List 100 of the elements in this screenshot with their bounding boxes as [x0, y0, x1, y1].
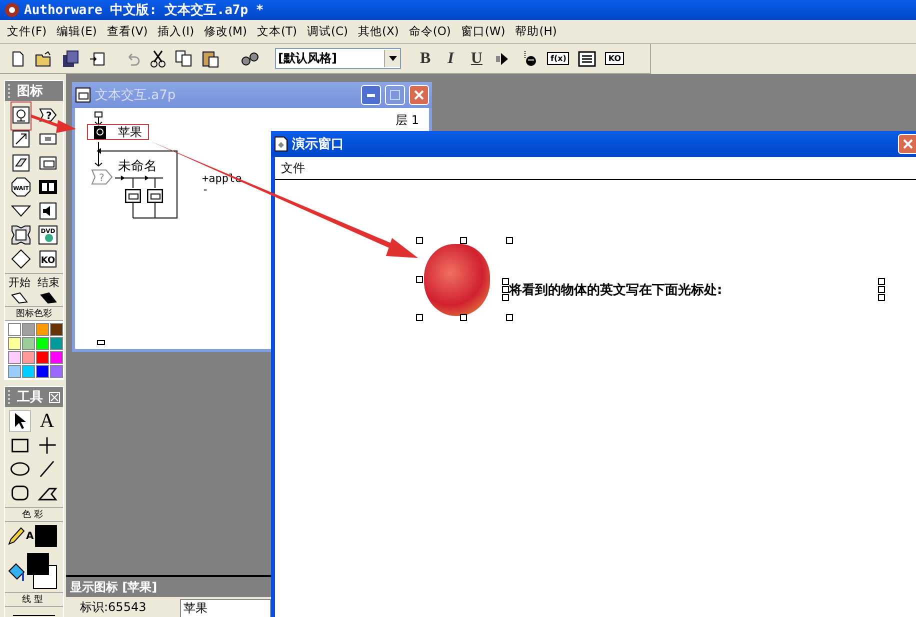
selection-handle[interactable]	[506, 237, 513, 244]
name-field[interactable]: 苹果	[180, 599, 271, 617]
menu-item[interactable]: 命令(O)	[404, 24, 456, 39]
close-icon	[414, 90, 424, 100]
menu-item[interactable]: 编辑(E)	[52, 24, 102, 39]
palette-title: 工具	[17, 389, 44, 406]
color-swatch[interactable]	[8, 323, 21, 336]
frame-icon[interactable]	[10, 225, 30, 245]
start-label: 开始	[8, 275, 30, 290]
menu-item[interactable]: 查看(V)	[102, 24, 153, 39]
selection-handle[interactable]	[416, 276, 423, 283]
new-file-icon[interactable]	[10, 50, 26, 66]
palette-section-title: 线型	[5, 592, 63, 607]
color-swatch[interactable]	[8, 351, 21, 364]
toolbar-button[interactable]: KO	[605, 52, 624, 65]
color-swatch[interactable]	[22, 323, 35, 336]
color-swatch[interactable]	[22, 351, 35, 364]
selection-handle[interactable]	[506, 314, 513, 321]
minimize-button[interactable]	[361, 85, 381, 105]
close-icon	[903, 139, 913, 149]
clipboard-icon[interactable]	[202, 50, 220, 68]
caret-icon	[388, 56, 396, 61]
menu-item[interactable]: 窗口(W)	[456, 24, 510, 39]
flow-start-arrow	[94, 112, 102, 126]
format-button[interactable]: I	[444, 50, 458, 68]
flow-icon-label: 苹果	[118, 124, 142, 140]
color-swatch[interactable]	[8, 365, 21, 378]
format-button[interactable]: U	[466, 50, 486, 68]
maximize-icon	[390, 90, 400, 100]
level-label: 层 1	[396, 112, 419, 129]
scissors-icon[interactable]	[150, 50, 166, 68]
color-swatch[interactable]	[36, 323, 49, 336]
diamond-icon[interactable]	[10, 249, 30, 269]
format-button[interactable]: B	[416, 50, 435, 68]
maximize-button[interactable]	[385, 85, 405, 105]
selection-handle[interactable]	[460, 314, 467, 321]
film-strip-icon[interactable]	[38, 177, 58, 197]
toolbar-button[interactable]: f(x)	[547, 52, 570, 65]
end-flag-icon[interactable]	[40, 292, 58, 304]
document-icon	[274, 136, 288, 152]
end-label: 结束	[38, 275, 60, 290]
text-color-swatch[interactable]	[34, 525, 57, 547]
flowchart-title: 文本交互.a7p	[95, 87, 177, 104]
color-swatch[interactable]	[50, 351, 63, 364]
paste-marker-icon	[97, 340, 105, 345]
menu-item[interactable]: 帮助(H)	[510, 24, 562, 39]
picture-frame-icon[interactable]	[10, 105, 30, 125]
ko-icon[interactable]: KO	[38, 249, 58, 269]
window-icon	[75, 87, 91, 103]
menu-item[interactable]: 修改(M)	[199, 24, 252, 39]
color-swatch[interactable]	[22, 337, 35, 350]
branch-line	[114, 176, 164, 188]
color-swatch[interactable]	[36, 351, 49, 364]
color-swatch[interactable]	[50, 365, 63, 378]
picture-frame-icon[interactable]	[125, 189, 141, 203]
speaker-icon[interactable]	[38, 201, 58, 221]
highlight-frame	[10, 102, 32, 130]
pointer-tool[interactable]	[9, 410, 31, 432]
menu-item[interactable]: 文件(F)	[2, 24, 52, 39]
color-swatch[interactable]	[36, 365, 49, 378]
selection-handle[interactable]	[460, 237, 467, 244]
picture-frame-icon	[94, 126, 106, 138]
text-tool[interactable]: A	[36, 410, 58, 432]
selection-handle[interactable]	[416, 237, 423, 244]
menu-item[interactable]: 插入(I)	[152, 24, 200, 39]
copy-icon[interactable]	[175, 50, 193, 68]
list-icon[interactable]	[578, 50, 596, 66]
close-button[interactable]	[409, 85, 429, 105]
palette-title: 图标	[17, 83, 44, 100]
picture-frame-icon[interactable]	[147, 189, 163, 203]
prompt-text: 将看到的物体的英文写在下面光标处:	[509, 282, 722, 299]
minimize-icon	[367, 94, 375, 96]
menu-item[interactable]: 其他(X)	[352, 24, 404, 39]
presentation-title: 演示窗口	[292, 136, 345, 153]
color-swatch[interactable]	[22, 365, 35, 378]
pencil-icon[interactable]	[7, 526, 25, 546]
response-label: -	[202, 184, 209, 195]
text-color-label: A	[26, 530, 34, 542]
start-flag-icon[interactable]	[10, 292, 28, 304]
open-folder-icon[interactable]	[35, 50, 53, 66]
import-icon[interactable]	[89, 50, 105, 66]
palette-section-title: 色彩	[5, 507, 63, 522]
color-swatch[interactable]	[36, 337, 49, 350]
menu-item[interactable]: 文件	[281, 160, 305, 176]
color-swatch[interactable]	[8, 337, 21, 350]
app-logo-icon	[4, 2, 20, 18]
close-button[interactable]	[898, 134, 916, 154]
menu-item[interactable]: 文本(T)	[252, 24, 302, 39]
close-icon[interactable]	[49, 392, 60, 402]
menu-item[interactable]: 调试(C)	[302, 24, 353, 39]
selected-flow-item[interactable]: 苹果	[87, 124, 149, 140]
properties-title: 显示图标 [苹果]	[66, 577, 271, 597]
eraser-icon[interactable]	[10, 153, 30, 173]
color-swatch[interactable]	[50, 323, 63, 336]
color-swatch[interactable]	[50, 337, 63, 350]
arrow-box-icon[interactable]	[10, 129, 30, 149]
flow-arrow	[94, 142, 102, 167]
stacked-disks-icon[interactable]	[62, 50, 80, 68]
style-dropdown[interactable]: [默认风格]	[275, 48, 401, 69]
selection-handle[interactable]	[416, 314, 423, 321]
